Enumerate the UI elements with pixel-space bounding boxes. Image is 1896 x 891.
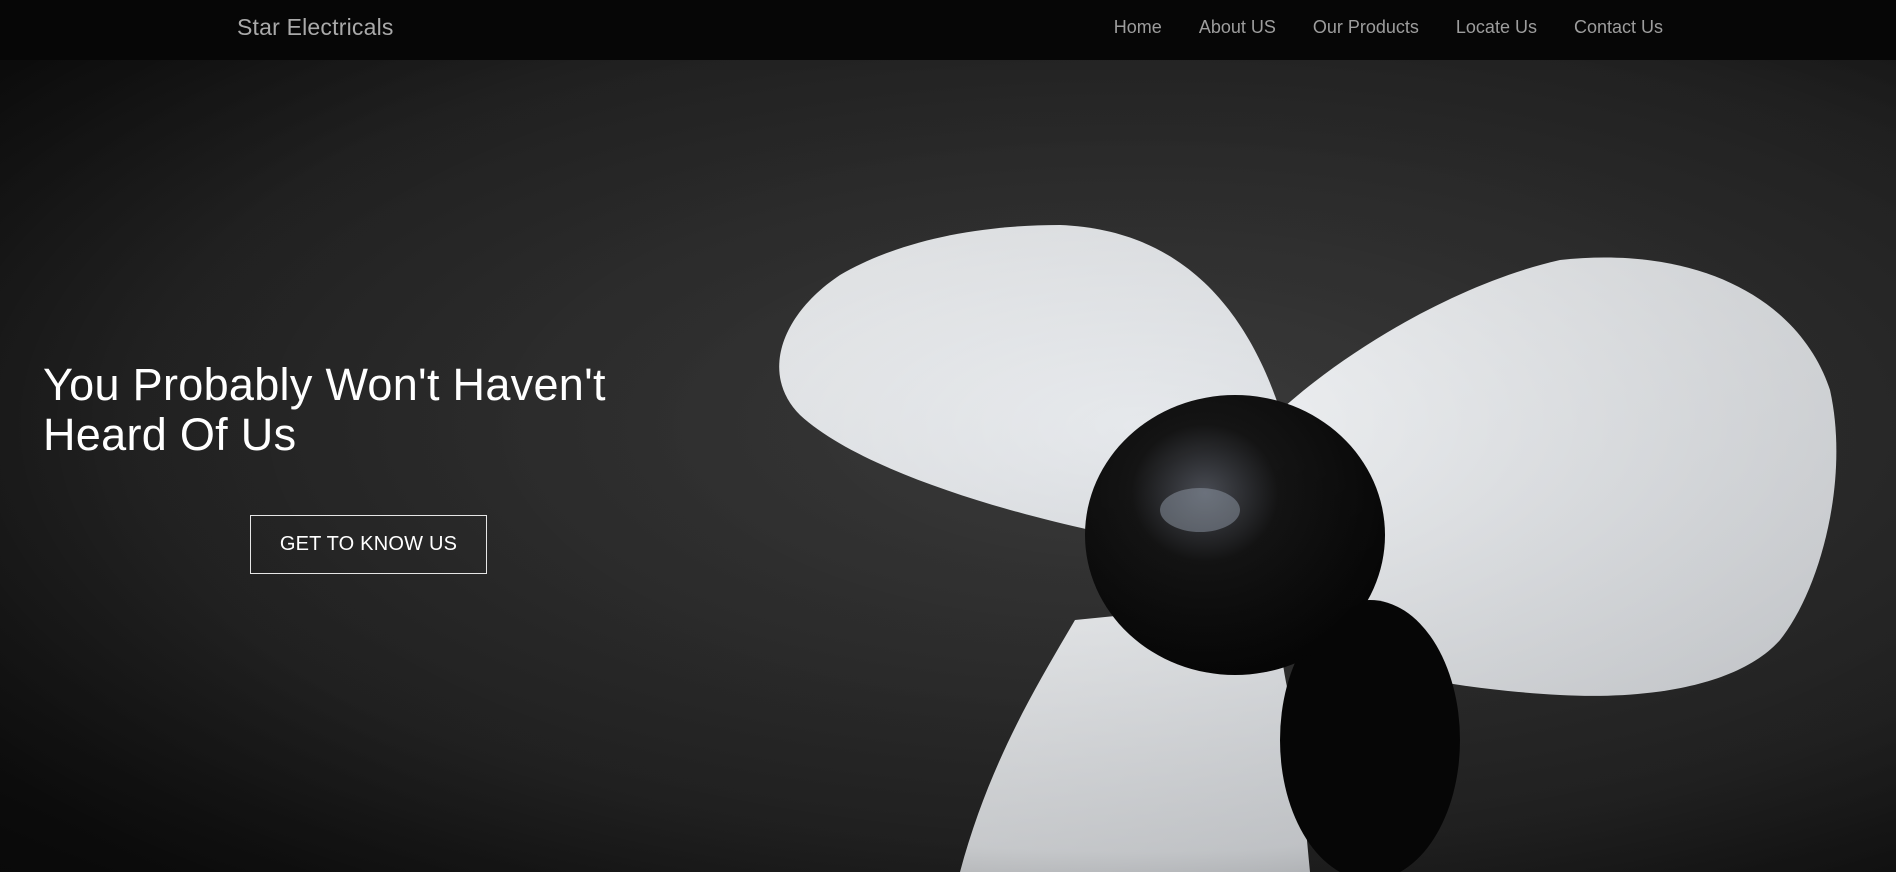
top-navbar: Star Electricals Home About US Our Produ…	[0, 0, 1896, 60]
nav-menu: Home About US Our Products Locate Us Con…	[1114, 17, 1663, 38]
nav-link-contact[interactable]: Contact Us	[1574, 17, 1663, 38]
hero-heading: You Probably Won't Haven't Heard Of Us	[43, 360, 743, 460]
page-bottom-strip	[0, 872, 1896, 891]
brand-link[interactable]: Star Electricals	[237, 14, 394, 41]
nav-link-about[interactable]: About US	[1199, 17, 1276, 38]
hero-heading-line-2: Heard Of Us	[43, 409, 297, 460]
hero-heading-line-1: You Probably Won't Haven't	[43, 359, 606, 410]
hero-section: You Probably Won't Haven't Heard Of Us G…	[0, 60, 1896, 872]
nav-link-home[interactable]: Home	[1114, 17, 1162, 38]
get-to-know-us-button[interactable]: GET TO KNOW US	[250, 515, 487, 574]
nav-link-products[interactable]: Our Products	[1313, 17, 1419, 38]
nav-link-locate[interactable]: Locate Us	[1456, 17, 1537, 38]
fan-blades-image	[0, 60, 1896, 872]
